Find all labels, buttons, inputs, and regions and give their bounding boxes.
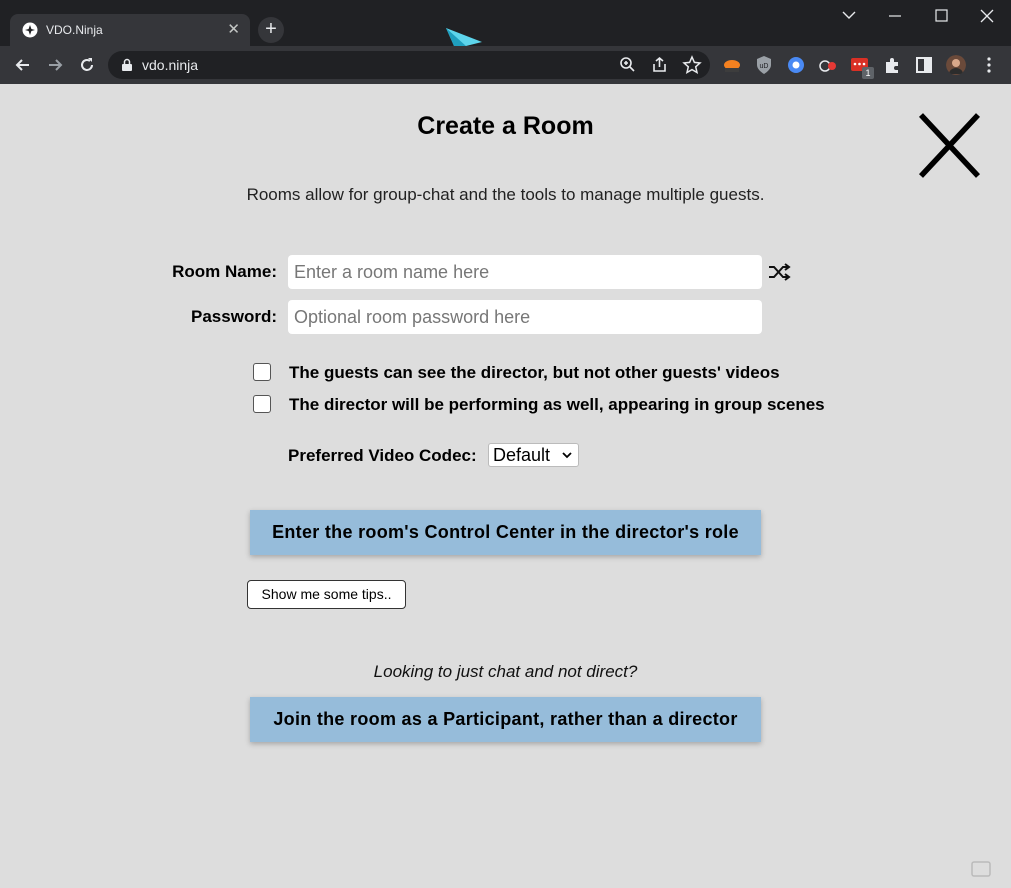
puzzle-icon[interactable] xyxy=(882,55,902,75)
recorder-icon[interactable] xyxy=(818,55,838,75)
browser-tab[interactable]: VDO.Ninja ✕ xyxy=(10,14,250,46)
menu-dots-icon[interactable] xyxy=(979,55,999,75)
share-icon[interactable] xyxy=(650,55,670,75)
tab-title: VDO.Ninja xyxy=(46,23,103,37)
room-name-input[interactable] xyxy=(288,255,762,289)
codec-value: Default xyxy=(493,445,551,465)
show-tips-button[interactable]: Show me some tips.. xyxy=(247,580,406,609)
profile-avatar[interactable] xyxy=(946,55,966,75)
browser-tabstrip: VDO.Ninja ✕ + xyxy=(0,0,1011,64)
page-title: Create a Room xyxy=(417,112,594,140)
director-performing-checkbox[interactable] xyxy=(253,395,271,413)
close-icon[interactable] xyxy=(916,110,984,180)
codec-label: Preferred Video Codec: xyxy=(288,446,477,465)
tab-close-icon[interactable]: ✕ xyxy=(227,20,240,38)
codec-select[interactable]: Default xyxy=(488,443,579,467)
forward-icon[interactable] xyxy=(45,55,65,75)
browser-toolbar: vdo.ninja uD 1 xyxy=(0,46,1011,84)
guests-see-director-label: The guests can see the director, but not… xyxy=(289,363,780,382)
maximize-icon[interactable] xyxy=(923,6,959,26)
reload-icon[interactable] xyxy=(77,55,97,75)
url-text: vdo.ninja xyxy=(142,57,199,73)
address-bar[interactable]: vdo.ninja xyxy=(108,51,710,79)
room-description: Rooms allow for group-chat and the tools… xyxy=(246,185,765,204)
join-as-participant-button[interactable]: Join the room as a Participant, rather t… xyxy=(250,697,761,742)
ublock-icon[interactable]: uD xyxy=(754,55,774,75)
chevron-down-icon xyxy=(562,452,572,459)
notification-badge: 1 xyxy=(862,67,874,79)
chat-question-text: Looking to just chat and not direct? xyxy=(373,662,638,681)
chrome-icon[interactable] xyxy=(786,55,806,75)
lock-icon xyxy=(122,58,132,71)
minimize-icon[interactable] xyxy=(877,6,913,26)
create-room-page: Create a Room Rooms allow for group-chat… xyxy=(0,84,1011,888)
password-label: Password: xyxy=(191,307,277,326)
password-input[interactable] xyxy=(288,300,762,334)
sidebar-icon[interactable] xyxy=(914,55,934,75)
director-performing-label: The director will be performing as well,… xyxy=(289,395,825,414)
guests-see-director-checkbox[interactable] xyxy=(253,363,271,381)
room-name-label: Room Name: xyxy=(172,262,277,281)
vdo-ninja-icon xyxy=(22,22,38,38)
svg-text:uD: uD xyxy=(760,63,769,70)
chevron-down-icon[interactable] xyxy=(831,6,867,26)
enter-control-center-button[interactable]: Enter the room's Control Center in the d… xyxy=(250,510,761,555)
shuffle-icon[interactable] xyxy=(767,261,791,283)
close-icon[interactable] xyxy=(969,6,1005,26)
screen-capture-icon xyxy=(971,861,991,877)
cloudflare-icon[interactable] xyxy=(722,55,742,75)
star-icon[interactable] xyxy=(682,55,702,75)
new-tab-button[interactable]: + xyxy=(258,17,284,43)
back-icon[interactable] xyxy=(13,55,33,75)
zoom-icon[interactable] xyxy=(618,55,638,75)
